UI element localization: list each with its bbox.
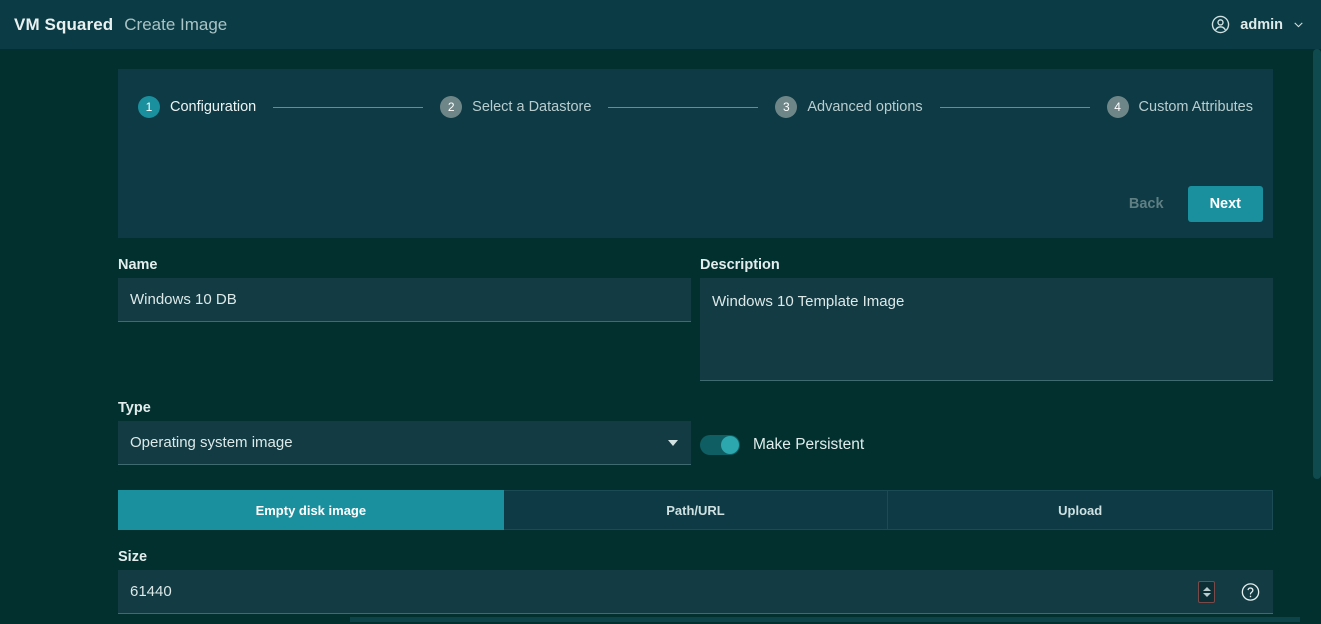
description-label: Description xyxy=(700,257,1273,273)
name-input[interactable] xyxy=(118,278,691,322)
image-source-tabs: Empty disk image Path/URL Upload xyxy=(118,490,1273,530)
type-label: Type xyxy=(118,400,691,416)
step-connector xyxy=(608,107,758,108)
back-button[interactable]: Back xyxy=(1117,186,1176,222)
step-number: 1 xyxy=(138,96,160,118)
vertical-scrollbar-thumb[interactable] xyxy=(1313,49,1321,479)
step-label: Select a Datastore xyxy=(472,99,591,115)
wizard-step-select-a-datastore[interactable]: 2 Select a Datastore xyxy=(440,96,591,118)
name-description-row: Name Description xyxy=(118,238,1273,381)
horizontal-scrollbar[interactable] xyxy=(0,616,1321,624)
wizard-card: 1 Configuration 2 Select a Datastore 3 A… xyxy=(118,69,1273,238)
wizard-step-custom-attributes[interactable]: 4 Custom Attributes xyxy=(1107,96,1253,118)
help-circle-icon[interactable] xyxy=(1240,582,1261,603)
wizard-actions: Back Next xyxy=(1117,186,1263,222)
name-column: Name xyxy=(118,238,691,381)
persistent-column: Make Persistent xyxy=(700,381,1273,467)
toggle-knob xyxy=(721,436,739,454)
tab-upload[interactable]: Upload xyxy=(888,490,1273,530)
user-name-label: admin xyxy=(1240,17,1283,33)
user-menu[interactable]: admin xyxy=(1210,14,1305,35)
user-circle-icon xyxy=(1210,14,1231,35)
next-button[interactable]: Next xyxy=(1188,186,1263,222)
step-label: Advanced options xyxy=(807,99,922,115)
step-connector xyxy=(940,107,1090,108)
brand-title: VM Squared xyxy=(14,15,113,35)
number-stepper-icon[interactable] xyxy=(1198,581,1215,603)
make-persistent-toggle[interactable] xyxy=(700,435,740,455)
size-input[interactable] xyxy=(118,570,1273,614)
make-persistent-row: Make Persistent xyxy=(700,423,1273,467)
description-textarea[interactable] xyxy=(700,278,1273,381)
tab-path-url[interactable]: Path/URL xyxy=(504,490,889,530)
horizontal-scrollbar-thumb[interactable] xyxy=(350,617,1300,622)
type-select-value[interactable] xyxy=(118,421,691,465)
type-select[interactable] xyxy=(118,421,691,465)
chevron-down-icon[interactable] xyxy=(1292,18,1305,31)
make-persistent-label: Make Persistent xyxy=(753,436,864,454)
wizard-step-configuration[interactable]: 1 Configuration xyxy=(138,96,256,118)
page-title: Create Image xyxy=(124,15,227,35)
type-persistent-row: Type Make Persistent xyxy=(118,381,1273,467)
step-number: 4 xyxy=(1107,96,1129,118)
stepper-up-arrow[interactable] xyxy=(1203,587,1211,591)
create-image-form: 1 Configuration 2 Select a Datastore 3 A… xyxy=(118,69,1273,614)
step-number: 3 xyxy=(775,96,797,118)
size-label: Size xyxy=(118,549,1273,565)
step-connector xyxy=(273,107,423,108)
type-column: Type xyxy=(118,381,691,467)
wizard-stepper: 1 Configuration 2 Select a Datastore 3 A… xyxy=(128,96,1263,118)
vertical-scrollbar[interactable] xyxy=(1313,49,1321,624)
step-label: Configuration xyxy=(170,99,256,115)
stepper-down-arrow[interactable] xyxy=(1203,593,1211,597)
step-number: 2 xyxy=(440,96,462,118)
size-section: Size xyxy=(118,549,1273,614)
description-column: Description xyxy=(700,238,1273,381)
size-field xyxy=(118,570,1273,614)
tab-empty-disk-image[interactable]: Empty disk image xyxy=(118,490,504,530)
page-body: 1 Configuration 2 Select a Datastore 3 A… xyxy=(0,49,1321,624)
name-label: Name xyxy=(118,257,691,273)
app-header: VM Squared Create Image admin xyxy=(0,0,1321,49)
wizard-step-advanced-options[interactable]: 3 Advanced options xyxy=(775,96,922,118)
step-label: Custom Attributes xyxy=(1139,99,1253,115)
